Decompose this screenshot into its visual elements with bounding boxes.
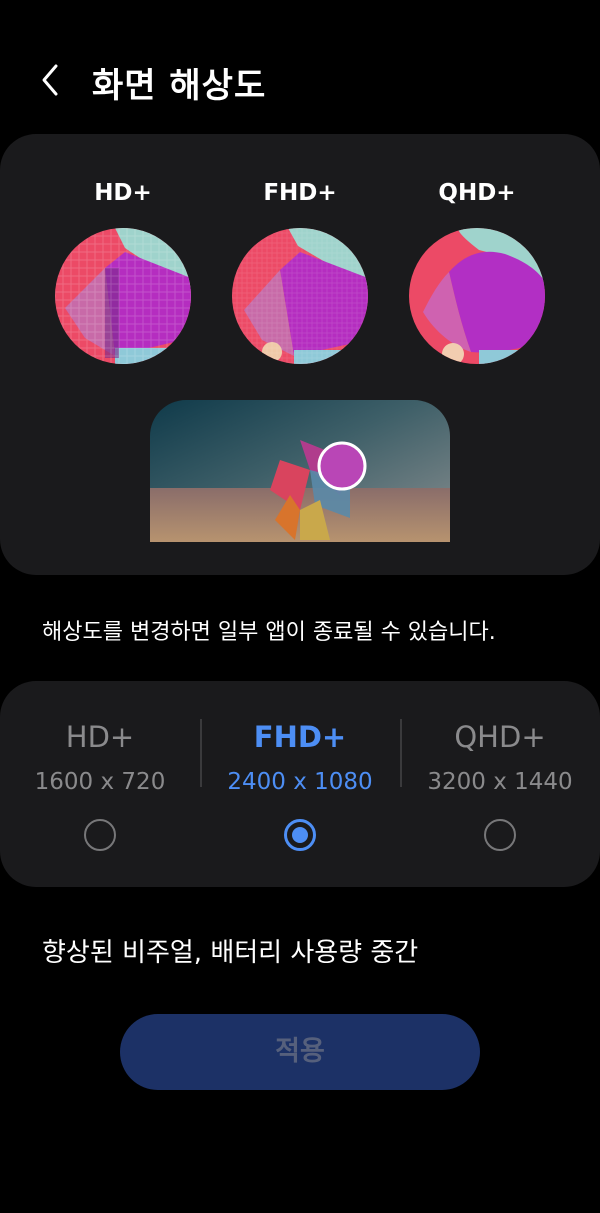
- option-name: FHD+: [253, 720, 347, 754]
- chevron-left-icon: [42, 64, 58, 96]
- radio-button-fhd[interactable]: [284, 819, 316, 851]
- option-dims: 2400 x 1080: [227, 769, 373, 795]
- resolution-selector: HD+ 1600 x 720 FHD+ 2400 x 1080 QHD+ 320…: [0, 681, 600, 887]
- page-title: 화면 해상도: [92, 66, 267, 106]
- preview-magnifier-qhd: [409, 228, 545, 364]
- header: 화면 해상도: [0, 40, 600, 124]
- back-button[interactable]: [28, 56, 76, 104]
- option-name: QHD+: [454, 720, 546, 754]
- preview-qhd: QHD+: [402, 176, 552, 364]
- preview-label-fhd: FHD+: [263, 180, 337, 206]
- option-hd[interactable]: HD+ 1600 x 720: [0, 681, 200, 887]
- option-dims: 1600 x 720: [34, 769, 166, 795]
- preview-label-qhd: QHD+: [438, 180, 516, 206]
- option-fhd[interactable]: FHD+ 2400 x 1080: [200, 681, 400, 887]
- preview-magnifier-fhd: [232, 228, 368, 364]
- apply-button[interactable]: 적용: [120, 1014, 480, 1090]
- option-qhd[interactable]: QHD+ 3200 x 1440: [400, 681, 600, 887]
- warning-text: 해상도를 변경하면 일부 앱이 종료될 수 있습니다.: [42, 620, 496, 645]
- wallpaper-preview: [150, 400, 450, 542]
- option-name: HD+: [65, 720, 135, 754]
- preview-hd: HD+: [48, 176, 198, 364]
- resolution-preview-card: HD+ FHD+ QHD+: [0, 134, 600, 575]
- resolution-description: 향상된 비주얼, 배터리 사용량 중간: [42, 938, 419, 968]
- preview-label-hd: HD+: [94, 180, 152, 206]
- preview-magnifier-hd: [55, 228, 191, 364]
- radio-button-qhd[interactable]: [484, 819, 516, 851]
- radio-button-hd[interactable]: [84, 819, 116, 851]
- screen-resolution-page: 화면 해상도 HD+ FHD+ QHD+ 해상도를 변경하면 일부 앱이 종료될…: [0, 0, 600, 1213]
- option-dims: 3200 x 1440: [427, 769, 573, 795]
- preview-fhd: FHD+: [225, 176, 375, 364]
